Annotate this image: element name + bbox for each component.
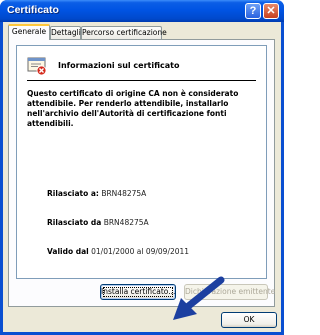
divider	[27, 80, 256, 81]
issued-by-label: Rilasciato da	[47, 218, 102, 227]
issued-to-row: Rilasciato a: BRN48275A	[47, 189, 146, 198]
issued-by-row: Rilasciato da BRN48275A	[47, 218, 149, 227]
red-x-icon	[36, 65, 47, 76]
untrusted-warning-text: Questo certificato di origine CA non è c…	[27, 89, 239, 128]
focus-ring	[103, 287, 173, 297]
tab-dettagli[interactable]: Dettagli	[50, 26, 81, 39]
valid-to-value: 09/09/2011	[145, 247, 190, 256]
issued-to-value: BRN48275A	[101, 189, 147, 198]
valid-from-value: 01/01/2000	[91, 247, 135, 256]
ok-button[interactable]: OK	[221, 312, 277, 328]
certificate-window: Certificato ? ✕ Generale Dettagli Percor…	[0, 0, 284, 335]
tab-percorso-certificazione[interactable]: Percorso certificazione	[81, 26, 167, 39]
help-button[interactable]: ?	[245, 3, 261, 19]
install-certificate-button[interactable]: Installa certificato...	[100, 284, 176, 300]
dialog-body: Generale Dettagli Percorso certificazion…	[3, 22, 281, 332]
info-title: Informazioni sul certificato	[58, 61, 180, 70]
certificate-icon	[27, 56, 47, 76]
arrow-icon	[169, 276, 229, 324]
certificate-info-box: Informazioni sul certificato Questo cert…	[16, 45, 267, 279]
validity-row: Valido dal 01/01/2000 al 09/09/2011	[47, 247, 189, 256]
valid-from-label: Valido dal	[47, 247, 89, 256]
tab-generale[interactable]: Generale	[8, 24, 50, 40]
title-bar: Certificato ? ✕	[0, 0, 284, 22]
tab-panel-generale: Informazioni sul certificato Questo cert…	[8, 39, 275, 320]
issued-to-label: Rilasciato a:	[47, 189, 99, 198]
issued-by-value: BRN48275A	[103, 218, 149, 227]
close-button[interactable]: ✕	[263, 3, 279, 19]
valid-to-label: al	[136, 247, 144, 256]
window-title: Certificato	[7, 4, 59, 16]
